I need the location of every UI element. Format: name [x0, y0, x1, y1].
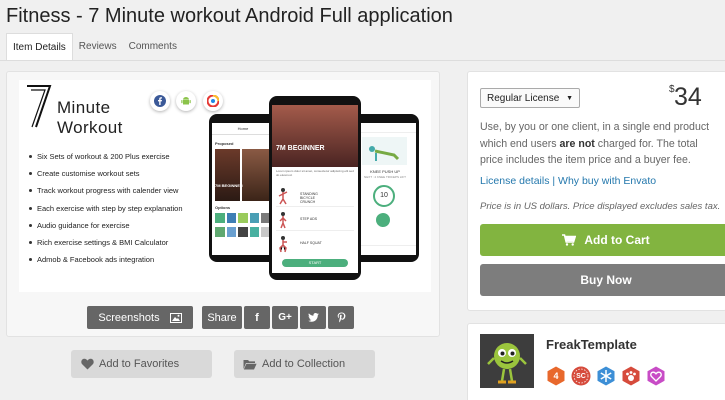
license-description: Use, by you or one client, in a single e… [480, 121, 710, 166]
exercise-illustration [362, 137, 407, 165]
exercise-timer: 10 [373, 185, 395, 207]
price-value: 34 [674, 83, 702, 111]
chrome-icon [203, 91, 223, 111]
workout-card-image [242, 149, 270, 201]
add-to-collection-label: Add to Collection [262, 358, 346, 370]
feature-list: Six Sets of workout & 200 Plus exercise … [29, 152, 183, 272]
exercise-row: HALF SQUAT [276, 233, 354, 255]
exercise-row: STEP ADS [276, 209, 354, 231]
share-bar: Share f G+ [202, 306, 356, 329]
phone-mockup-workout: 7M BEGINNER Lorem ipsum dolor sit amet, … [269, 96, 361, 280]
author-card: FreakTemplate 4 SC [467, 323, 725, 400]
workout-header-image: 7M BEGINNER [272, 105, 358, 167]
add-to-favorites-label: Add to Favorites [99, 358, 180, 370]
android-icon [176, 91, 196, 111]
sales-badge-icon[interactable]: SC [571, 366, 591, 386]
exercise-title: KNEE PUSH UP [370, 169, 400, 174]
license-details-link[interactable]: License details [480, 175, 549, 187]
exercise-row-name: STEP ADS [300, 217, 318, 221]
years-badge-icon[interactable]: 4 [546, 366, 566, 386]
share-facebook-button[interactable]: f [244, 306, 270, 329]
feature-item: Audio guidance for exercise [29, 221, 183, 238]
share-button[interactable]: Share [202, 306, 242, 329]
add-to-cart-label: Add to Cart [584, 233, 650, 247]
exercise-row: STANDING BICYCLE CRUNCH [276, 185, 354, 207]
heart-badge-icon[interactable] [646, 366, 666, 386]
folder-icon [243, 358, 257, 370]
pause-icon [376, 213, 390, 227]
phone-home-section-label: Proposed [215, 141, 234, 146]
logo-workout-text: Workout [57, 118, 123, 137]
logo-minute-text: Minute [57, 98, 111, 117]
paw-badge-icon[interactable] [621, 366, 641, 386]
price-note: Price is in US dollars. Price displayed … [480, 201, 721, 212]
tab-reviews[interactable]: Reviews [73, 33, 123, 60]
image-icon [169, 312, 182, 323]
workout-header-title: 7M BEGINNER [276, 145, 325, 152]
phone-home-header: Home [212, 123, 274, 135]
feature-item: Create customise workout sets [29, 169, 183, 186]
heart-icon [80, 358, 94, 370]
pinterest-icon [337, 312, 345, 323]
googleplus-icon: G+ [278, 312, 292, 323]
license-select[interactable]: Regular License ▼ [480, 88, 580, 108]
buy-now-button[interactable]: Buy Now [480, 264, 725, 296]
tab-item-details[interactable]: Item Details [6, 33, 73, 60]
share-pinterest-button[interactable] [328, 306, 354, 329]
feature-item: Rich exercise settings & BMI Calculator [29, 238, 183, 255]
feature-item: Six Sets of workout & 200 Plus exercise [29, 152, 183, 169]
tabs-divider [0, 60, 725, 61]
exercise-row-name: HALF SQUAT [300, 241, 322, 245]
facebook-share-icon: f [255, 311, 259, 324]
facebook-icon [150, 91, 170, 111]
phone-options-label: Options [215, 205, 231, 210]
share-twitter-button[interactable] [300, 306, 326, 329]
feature-item: Each exercise with step by step explanat… [29, 204, 183, 221]
phone-mockup-home: Home Proposed 7M BEGINNER Options [209, 114, 277, 262]
preview-banner[interactable]: Minute Workout Six Sets of workout & 200… [19, 80, 431, 292]
tab-comments[interactable]: Comments [123, 33, 183, 60]
add-to-cart-button[interactable]: Add to Cart [480, 224, 725, 256]
item-preview-card: Minute Workout Six Sets of workout & 200… [6, 71, 440, 337]
workout-card-image [215, 149, 240, 201]
author-avatar[interactable] [480, 334, 534, 388]
twitter-icon [307, 313, 319, 322]
add-to-collection-button[interactable]: Add to Collection [234, 350, 375, 378]
link-separator: | [549, 175, 559, 187]
license-select-value: Regular License [487, 92, 560, 104]
add-to-favorites-button[interactable]: Add to Favorites [71, 350, 212, 378]
exercise-next: NEXT : 2 KNEE TRICEPS LIFT [364, 175, 406, 179]
purchase-card: Regular License ▼ $ 34 Use, by you or on… [467, 71, 725, 311]
author-name[interactable]: FreakTemplate [546, 337, 637, 352]
author-badges: 4 SC [546, 366, 671, 386]
start-workout-button: START [282, 259, 348, 267]
page-title: Fitness - 7 Minute workout Android Full … [6, 5, 453, 27]
workout-card-title: 7M BEGINNER [215, 183, 243, 188]
license-links: License details | Why buy with Envato [480, 175, 656, 187]
snowflake-badge-icon[interactable] [596, 366, 616, 386]
cart-icon [562, 234, 577, 246]
exercise-row-name: STANDING BICYCLE CRUNCH [300, 192, 318, 204]
feature-item: Admob & Facebook ads integration [29, 255, 183, 272]
share-googleplus-button[interactable]: G+ [272, 306, 298, 329]
screenshots-button[interactable]: Screenshots [87, 306, 193, 329]
dropdown-arrow-icon: ▼ [566, 95, 573, 102]
item-tabs: Item Details Reviews Comments [6, 33, 183, 60]
why-buy-envato-link[interactable]: Why buy with Envato [558, 175, 656, 187]
feature-item: Track workout progress with calender vie… [29, 186, 183, 203]
seven-logo-icon [27, 85, 52, 128]
screenshots-label: Screenshots [98, 311, 160, 324]
phone-mockup-exercise: KNEE PUSH UP NEXT : 2 KNEE TRICEPS LIFT … [351, 114, 419, 262]
